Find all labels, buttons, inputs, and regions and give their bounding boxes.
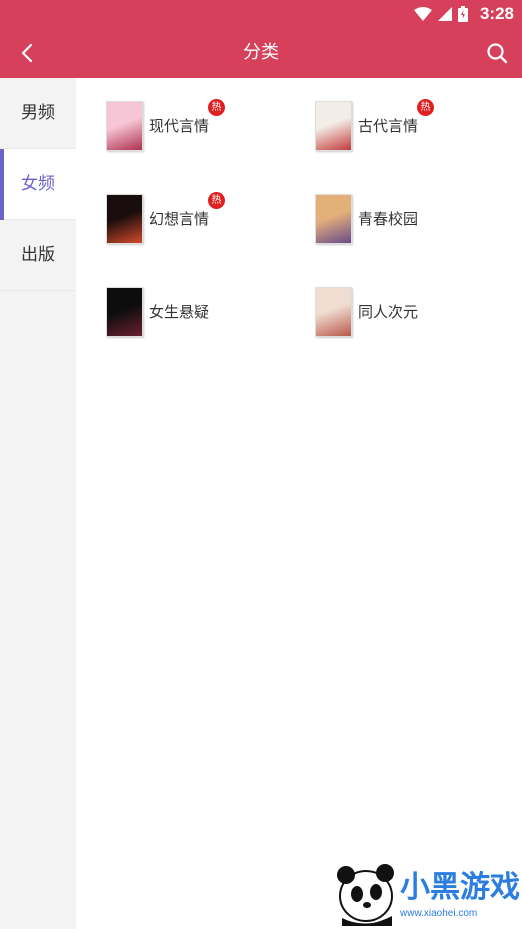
sidebar-item-male[interactable]: 男频 — [0, 78, 76, 149]
category-item[interactable]: 现代言情 热 — [106, 99, 306, 153]
category-label: 女生悬疑 — [149, 303, 210, 321]
category-item[interactable]: 幻想言情 热 — [106, 192, 306, 246]
category-item[interactable]: 同人次元 — [315, 287, 515, 339]
category-sidebar: 男频 女频 出版 — [0, 78, 76, 929]
hot-badge: 热 — [208, 192, 225, 209]
watermark-url: www.xiaohei.com — [400, 908, 478, 919]
status-bar: 3:28 — [0, 0, 522, 28]
book-cover — [106, 194, 143, 244]
sidebar-item-publish[interactable]: 出版 — [0, 220, 76, 291]
watermark-logo: 小黑游戏 www.xiaohei.com — [330, 858, 520, 926]
page-title: 分类 — [243, 42, 279, 63]
sidebar-item-label: 女频 — [21, 174, 55, 194]
category-item[interactable]: 女生悬疑 — [106, 287, 306, 339]
category-label: 同人次元 — [358, 303, 419, 321]
watermark-name: 小黑游戏 — [400, 870, 520, 905]
sidebar-item-label: 男频 — [21, 103, 55, 123]
hot-badge: 热 — [417, 99, 434, 116]
hot-badge: 热 — [208, 99, 225, 116]
panda-icon — [337, 864, 394, 926]
category-label: 青春校园 — [358, 210, 419, 228]
signal-icon — [437, 7, 452, 21]
search-icon — [487, 43, 508, 64]
category-label: 幻想言情 — [149, 210, 210, 228]
category-grid: 现代言情 热 古代言情 热 幻想言情 热 青春校园 女生悬疑 同人次元 — [76, 78, 522, 929]
category-item[interactable]: 青春校园 — [315, 194, 515, 246]
app-bar: 分类 — [0, 28, 522, 78]
category-item[interactable]: 古代言情 热 — [315, 99, 515, 153]
category-label: 古代言情 — [358, 117, 419, 135]
book-cover — [315, 194, 352, 244]
category-label: 现代言情 — [149, 117, 210, 135]
search-button[interactable] — [480, 36, 514, 70]
wifi-icon — [413, 7, 432, 21]
battery-icon — [457, 6, 468, 22]
book-cover — [315, 287, 352, 337]
sidebar-item-label: 出版 — [21, 245, 55, 265]
status-time: 3:28 — [479, 4, 514, 23]
book-cover — [315, 101, 352, 151]
book-cover — [106, 287, 143, 337]
book-cover — [106, 101, 143, 151]
sidebar-item-female[interactable]: 女频 — [0, 149, 76, 220]
status-icons: 3:28 — [413, 3, 514, 25]
